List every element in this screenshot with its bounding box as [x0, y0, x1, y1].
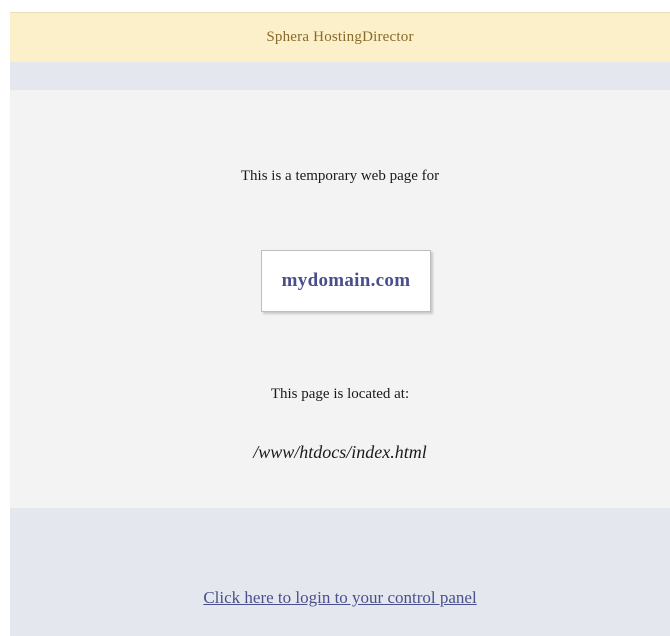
control-panel-login-link[interactable]: Click here to login to your control pane…: [10, 588, 670, 608]
footer-area: Click here to login to your control pane…: [10, 508, 670, 636]
location-label: This page is located at:: [270, 386, 410, 402]
brand-title: Sphera HostingDirector: [266, 29, 414, 45]
domain-box: mydomain.com: [261, 250, 431, 312]
intro-text: This is a temporary web page for: [240, 168, 440, 184]
header-strip: [10, 62, 670, 90]
location-path: /www/htdocs/index.html: [253, 442, 427, 462]
header-bar: Sphera HostingDirector: [10, 12, 670, 62]
page-frame: Sphera HostingDirector This is a tempora…: [10, 12, 670, 636]
domain-name: mydomain.com: [281, 270, 411, 291]
main-content: This is a temporary web page for mydomai…: [10, 90, 670, 508]
